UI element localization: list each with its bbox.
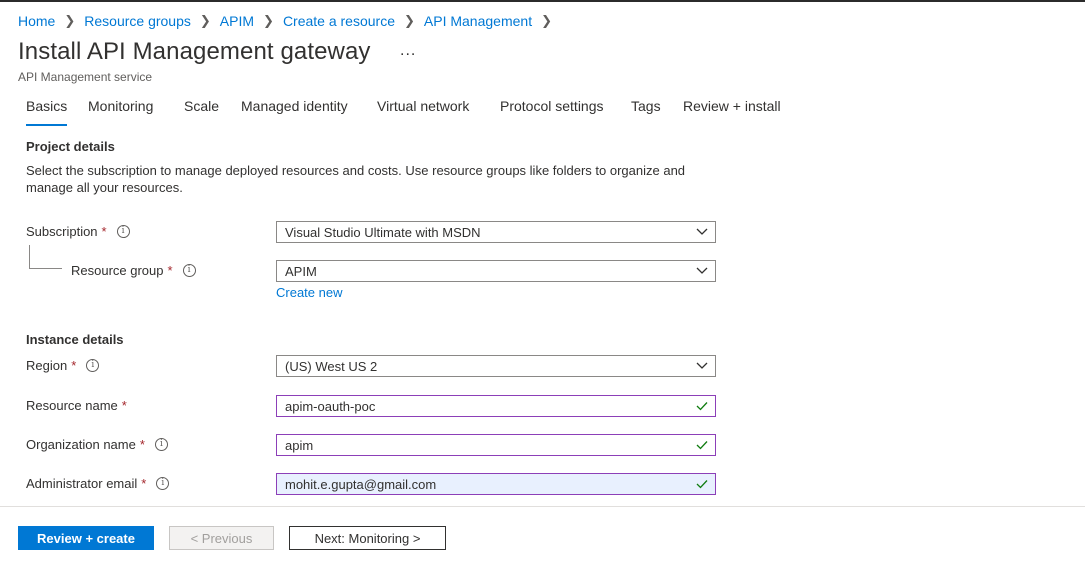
region-dropdown[interactable]: (US) West US 2 [276,355,716,377]
instance-details-heading: Instance details [26,332,124,347]
resource-name-value: apim-oauth-poc [285,398,376,414]
chevron-right-icon: ❯ [404,13,415,28]
resource-group-value: APIM [285,263,317,279]
resource-name-input[interactable]: apim-oauth-poc [276,395,716,417]
tab-bar: Basics Monitoring Scale Managed identity… [0,98,1085,126]
chevron-down-icon [689,221,715,243]
tab-scale[interactable]: Scale [184,98,219,114]
project-details-description: Select the subscription to manage deploy… [26,163,686,195]
checkmark-icon [689,434,715,456]
region-value: (US) West US 2 [285,358,378,374]
breadcrumb-home[interactable]: Home [18,13,55,29]
checkmark-icon [689,395,715,417]
tab-virtual-network[interactable]: Virtual network [377,98,469,114]
info-icon[interactable]: i [86,359,100,372]
subscription-dropdown[interactable]: Visual Studio Ultimate with MSDN [276,221,716,243]
required-marker: * [141,476,147,491]
tab-protocol-settings[interactable]: Protocol settings [500,98,604,114]
chevron-down-icon [689,355,715,377]
organization-name-input[interactable]: apim [276,434,716,456]
footer-divider [0,506,1085,507]
tree-connector-horizontal [29,268,62,269]
page-subtitle: API Management service [18,70,153,84]
top-border [0,0,1085,2]
chevron-right-icon: ❯ [64,13,76,28]
resource-group-label: Resource group * i [71,263,196,278]
subscription-label-text: Subscription [26,224,98,239]
review-create-button[interactable]: Review + create [18,526,154,550]
administrator-email-label: Administrator email * i [26,476,170,491]
resource-group-label-text: Resource group [71,263,164,278]
required-marker: * [101,224,107,239]
required-marker: * [139,437,145,452]
administrator-email-input[interactable]: mohit.e.gupta@gmail.com [276,473,716,495]
page-title: Install API Management gateway [18,38,371,65]
info-icon[interactable]: i [154,438,168,451]
info-icon[interactable]: i [116,225,130,238]
tab-monitoring[interactable]: Monitoring [88,98,153,114]
breadcrumb-api-management[interactable]: API Management [424,13,532,29]
tree-connector-vertical [29,245,30,268]
required-marker: * [71,358,77,373]
tab-managed-identity[interactable]: Managed identity [241,98,348,114]
administrator-email-value: mohit.e.gupta@gmail.com [285,476,437,492]
breadcrumb-create-resource[interactable]: Create a resource [283,13,395,29]
subscription-value: Visual Studio Ultimate with MSDN [285,224,481,240]
region-label: Region * i [26,358,100,373]
tab-review-install[interactable]: Review + install [683,98,781,114]
chevron-right-icon: ❯ [541,13,552,28]
project-details-heading: Project details [26,139,115,154]
resource-name-label: Resource name * [26,398,127,413]
create-new-resource-group-link[interactable]: Create new [276,285,342,300]
chevron-right-icon: ❯ [263,13,274,28]
organization-name-label-text: Organization name [26,437,136,452]
breadcrumb-resource-groups[interactable]: Resource groups [84,13,191,29]
organization-name-label: Organization name * i [26,437,168,452]
info-icon[interactable]: i [156,477,170,490]
info-icon[interactable]: i [182,264,196,277]
organization-name-value: apim [285,437,314,453]
breadcrumb-apim[interactable]: APIM [220,13,254,29]
required-marker: * [167,263,173,278]
tab-tags[interactable]: Tags [631,98,661,114]
chevron-right-icon: ❯ [199,13,211,28]
more-options-icon[interactable]: ... [400,42,416,60]
checkmark-icon [689,473,715,495]
required-marker: * [121,398,127,413]
resource-name-label-text: Resource name [26,398,118,413]
subscription-label: Subscription * i [26,224,130,239]
administrator-email-label-text: Administrator email [26,476,138,491]
region-label-text: Region [26,358,68,373]
breadcrumb: Home ❯ Resource groups ❯ APIM ❯ Create a… [18,12,561,30]
next-monitoring-button[interactable]: Next: Monitoring > [289,526,446,550]
resource-group-dropdown[interactable]: APIM [276,260,716,282]
previous-button[interactable]: < Previous [169,526,274,550]
tab-basics[interactable]: Basics [26,98,68,126]
chevron-down-icon [689,260,715,282]
